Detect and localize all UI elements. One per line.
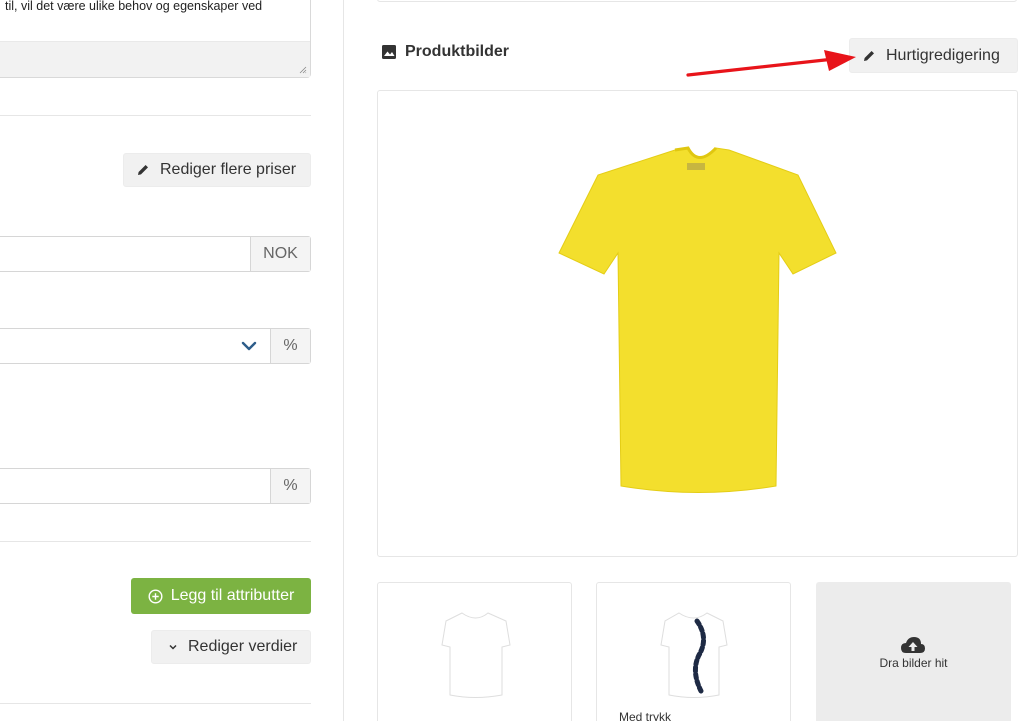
price-input[interactable] [0,237,249,271]
printed-tshirt-image [660,612,728,698]
red-arrow-annotation [686,50,856,77]
product-images-title: Produktbilder [381,43,509,61]
edit-values-label: Rediger verdier [188,638,298,655]
textarea-footer [0,41,310,77]
quick-edit-label: Hurtigredigering [886,46,1000,64]
product-images-title-text: Produktbilder [405,43,510,60]
image-dropzone[interactable]: Dra bilder hit [816,582,1011,721]
currency-addon: NOK [250,237,310,271]
cloud-upload-icon [901,637,925,653]
edit-values-button[interactable]: Rediger verdier [151,630,311,664]
product-form-left-panel: til, vil det være ulike behov og egenska… [0,0,344,721]
chevron-down-icon[interactable] [241,339,257,353]
plus-circle-icon [148,588,163,604]
thumbnail-caption: Med trykk [619,710,672,721]
discount-percent-addon: % [270,469,310,503]
section-divider [0,541,311,542]
add-attributes-label: Legg til attributter [170,587,295,604]
chevron-down-icon [168,640,178,654]
edit-prices-label: Rediger flere priser [160,161,297,178]
pencil-icon [862,49,876,63]
add-attributes-button[interactable]: Legg til attributter [131,578,311,614]
dropzone-label: Dra bilder hit [879,656,948,670]
description-textarea[interactable]: til, vil det være ulike behov og egenska… [0,0,311,78]
yellow-tshirt-image [558,146,837,493]
thumbnail-1[interactable] [377,582,572,721]
thumbnail-2[interactable]: Med trykk [596,582,791,721]
previous-card-edge [377,0,1017,2]
quick-edit-button[interactable]: Hurtigredigering [849,38,1018,73]
pencil-icon [136,163,150,177]
discount-field[interactable]: % [0,468,311,504]
discount-input[interactable] [0,469,269,503]
description-text: til, vil det være ulike behov og egenska… [5,0,263,13]
main-product-image[interactable] [377,90,1018,557]
white-tshirt-image [441,612,511,698]
resize-grip-icon[interactable] [299,66,307,74]
vat-select-field[interactable]: % [0,328,311,364]
section-divider [0,703,311,704]
section-divider [0,115,311,116]
image-icon [381,44,397,60]
edit-prices-button[interactable]: Rediger flere priser [123,153,311,187]
price-field[interactable]: NOK [0,236,311,272]
vat-percent-addon: % [270,329,310,363]
